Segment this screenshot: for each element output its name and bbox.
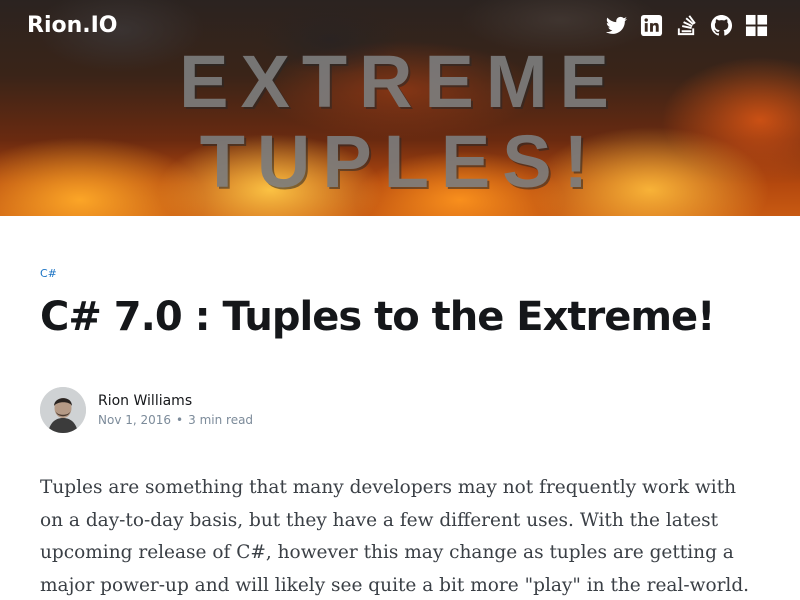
byline: Rion Williams Nov 1, 2016 • 3 min read [40, 387, 253, 433]
post-title: C# 7.0 : Tuples to the Extreme! [40, 294, 715, 340]
hero-banner: EXTREME TUPLES! Rion.IO [0, 0, 800, 216]
linkedin-icon[interactable] [640, 14, 663, 37]
author-name[interactable]: Rion Williams [98, 391, 253, 411]
reading-time: 3 min read [188, 413, 254, 427]
byline-text: Rion Williams Nov 1, 2016 • 3 min read [98, 391, 253, 429]
post-tag-link[interactable]: C# [40, 267, 57, 280]
social-links [605, 14, 768, 37]
hero-text-line-1: EXTREME [179, 40, 621, 123]
site-logo-link[interactable]: Rion.IO [27, 12, 118, 40]
post-intro-paragraph: Tuples are something that many developer… [40, 477, 750, 596]
post-meta: Nov 1, 2016 • 3 min read [98, 411, 253, 429]
github-icon[interactable] [710, 14, 733, 37]
hero-text-line-2: TUPLES! [199, 120, 601, 203]
article: C# C# 7.0 : Tuples to the Extreme! Rion … [40, 262, 760, 596]
meta-separator: • [176, 413, 184, 427]
stackoverflow-icon[interactable] [675, 14, 698, 37]
twitter-icon[interactable] [605, 14, 628, 37]
windows-icon[interactable] [745, 14, 768, 37]
author-avatar[interactable] [40, 387, 86, 433]
post-date: Nov 1, 2016 [98, 413, 172, 427]
